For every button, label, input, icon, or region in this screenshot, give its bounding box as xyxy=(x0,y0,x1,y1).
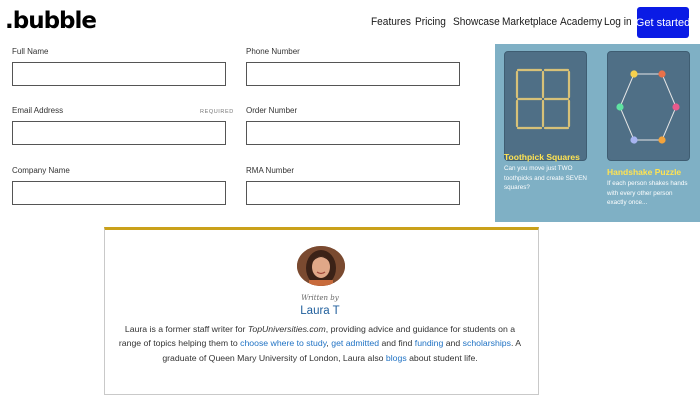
site-name: TopUniversities.com xyxy=(247,324,326,334)
order-number-field[interactable] xyxy=(246,121,460,145)
toothpick-squares-card[interactable] xyxy=(504,51,587,161)
written-by-label: Written by xyxy=(301,294,339,302)
bubble-logo[interactable]: .bubble xyxy=(5,8,97,34)
handshake-puzzle-desc: If each person shakes hands with every o… xyxy=(607,180,688,207)
login-link[interactable]: Log in xyxy=(604,16,632,28)
full-name-label: Full Name xyxy=(12,47,49,56)
phone-number-field[interactable] xyxy=(246,62,460,86)
handshake-puzzle-title[interactable]: Handshake Puzzle xyxy=(607,167,681,177)
toothpick-squares-title[interactable]: Toothpick Squares xyxy=(504,152,580,162)
toothpick-grid-icon xyxy=(515,68,571,130)
required-indicator: REQUIRED xyxy=(200,109,234,115)
nav-features[interactable]: Features xyxy=(371,16,411,28)
phone-number-label: Phone Number xyxy=(246,47,300,56)
author-bio: Laura is a former staff writer for TopUn… xyxy=(118,324,522,363)
handshake-puzzle-card[interactable] xyxy=(607,51,690,161)
order-number-label: Order Number xyxy=(246,106,298,115)
email-address-field[interactable] xyxy=(12,121,226,145)
nav-pricing[interactable]: Pricing xyxy=(415,16,446,28)
funding-link[interactable]: funding xyxy=(415,338,444,348)
choose-where-to-study-link[interactable]: choose where to study xyxy=(240,338,326,348)
get-admitted-link[interactable]: get admitted xyxy=(331,338,379,348)
get-started-button[interactable]: Get started xyxy=(636,7,690,38)
company-name-field[interactable] xyxy=(12,181,226,205)
hexagon-people-icon xyxy=(616,70,680,144)
rma-number-label: RMA Number xyxy=(246,166,295,175)
author-avatar xyxy=(297,246,345,286)
scholarships-link[interactable]: scholarships xyxy=(463,338,511,348)
email-address-label: Email Address xyxy=(12,106,64,115)
nav-marketplace[interactable]: Marketplace xyxy=(502,16,557,28)
company-name-label: Company Name xyxy=(12,166,70,175)
full-name-field[interactable] xyxy=(12,62,226,86)
toothpick-squares-desc: Can you move just TWO toothpicks and cre… xyxy=(504,165,587,192)
nav-academy[interactable]: Academy xyxy=(560,16,602,28)
author-name-link[interactable]: Laura T xyxy=(0,305,640,317)
blogs-link[interactable]: blogs xyxy=(386,353,407,363)
nav-showcase[interactable]: Showcase xyxy=(453,16,500,28)
puzzles-panel: Toothpick Squares Can you move just TWO … xyxy=(495,44,700,222)
rma-number-field[interactable] xyxy=(246,181,460,205)
